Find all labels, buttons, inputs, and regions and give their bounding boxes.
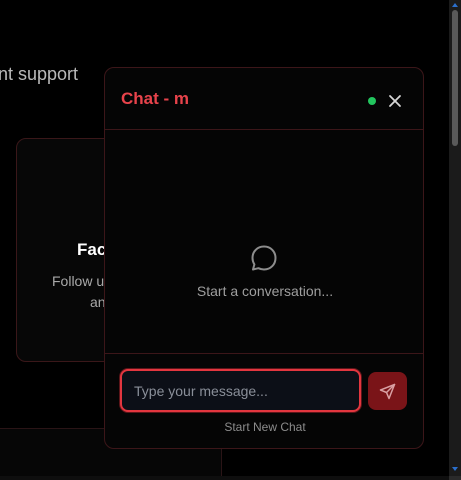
chat-title: Chat - m (121, 89, 189, 108)
vertical-scrollbar[interactable] (449, 0, 461, 480)
card-description-line1: Follow u (52, 273, 105, 289)
close-icon (389, 95, 401, 107)
chat-messages-area: Start a conversation... (105, 130, 423, 354)
scroll-down-arrow-icon[interactable] (452, 467, 458, 471)
message-input[interactable] (120, 369, 361, 412)
chat-bubble-icon (251, 245, 277, 271)
empty-state-text: Start a conversation... (196, 283, 334, 299)
chat-header: Chat - m (105, 68, 423, 130)
send-message-button[interactable] (368, 372, 407, 410)
chat-widget: Chat - m Start a conversation... Type yo… (104, 67, 424, 449)
page: nt support Fac Follow u an Chat - m Star… (0, 0, 461, 480)
support-heading: nt support (0, 64, 79, 84)
scrollbar-thumb[interactable] (452, 10, 458, 146)
card-title: Fac (77, 240, 107, 259)
chat-footer: Start New Chat (105, 353, 423, 448)
send-icon (379, 383, 396, 400)
taskbar-corner (449, 476, 461, 480)
taskbar-edge (0, 476, 461, 480)
online-status-indicator (368, 97, 376, 105)
start-new-chat-link[interactable]: Start New Chat (105, 420, 423, 434)
scroll-up-arrow-icon[interactable] (452, 3, 458, 7)
close-chat-button[interactable] (385, 91, 405, 111)
